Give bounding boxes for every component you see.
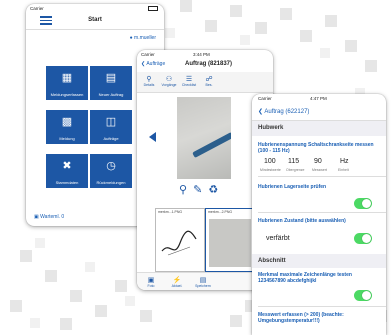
status-bar: Carrier	[26, 4, 164, 13]
checklist-item-label: Hubrienen Lagerseite prüfen	[258, 184, 327, 190]
tile-stammdaten[interactable]: ✖ Stammdaten	[46, 154, 88, 188]
pen-in-photo	[192, 132, 231, 158]
header-divider	[26, 29, 164, 30]
tab-bes[interactable]: ☍ Bes.	[199, 72, 219, 92]
tile-label: Rückmeldungen	[96, 180, 126, 185]
unit-value[interactable]: Hz	[340, 158, 349, 165]
carrier-label: Carrier	[258, 96, 272, 101]
phone-checklist: Carrier 4:47 PM ❮ Auftrag (622127) Hubwe…	[252, 94, 386, 335]
tile-label: Meldungserfassen	[50, 92, 84, 97]
row-divider	[258, 212, 386, 213]
thumbnail-1[interactable]: merkm...1.PNG	[155, 208, 205, 272]
book-icon: ▤	[105, 72, 117, 84]
thumbnail-2[interactable]: merkm...2.PNG	[205, 208, 255, 272]
trash-icon[interactable]: ♻	[208, 184, 218, 196]
tab-details[interactable]: ⚲ Details	[139, 72, 159, 92]
queue-status[interactable]: ▣ Warteml. 0	[34, 214, 64, 220]
lightning-icon: ⚡	[172, 277, 182, 284]
page-title: Start	[88, 17, 102, 23]
tile-meldungserfassen[interactable]: ▦ Meldungserfassen	[46, 66, 88, 100]
row-divider	[258, 176, 386, 177]
row-divider	[258, 306, 386, 307]
zoom-icon[interactable]: ⚲	[179, 184, 187, 196]
section-header: Abschnitt	[252, 254, 386, 268]
book-open-icon: ◫	[105, 116, 117, 128]
clock-icon: ◷	[106, 160, 116, 172]
min-caption: Mindestwerte	[260, 168, 281, 172]
user-icon: ●	[129, 35, 133, 41]
toggle-zustand[interactable]	[354, 233, 372, 244]
list-icon: ☰	[185, 76, 193, 83]
chevron-left-icon: ❮	[141, 61, 146, 67]
edit-icon[interactable]: ✎	[193, 184, 202, 196]
carrier-label: Carrier	[30, 6, 44, 11]
tab-bar: ⚲ Details ⚇ Vorgänge ☰ Checklist ☍ Bes.	[137, 72, 273, 93]
tile-auftraege[interactable]: ◫ Aufträge	[90, 110, 132, 144]
back-label: Auftrag (622127)	[264, 109, 310, 115]
tile-rueckmeldungen[interactable]: ◷ Rückmeldungen	[90, 154, 132, 188]
back-button[interactable]: ❮ Auftrag (622127)	[258, 108, 309, 115]
toggle-lagerseite[interactable]	[354, 198, 372, 209]
toolbar-foto[interactable]: ▣ Foto	[141, 273, 161, 290]
thumbnail-image	[209, 219, 251, 267]
tile-label: Stammdaten	[55, 180, 79, 185]
page-title: Auftrag (821837)	[185, 61, 233, 67]
queue-label: Warteml. 0	[40, 214, 65, 220]
tab-checklist[interactable]: ☰ Checklist	[179, 72, 199, 92]
tools-icon: ✖	[62, 160, 72, 172]
camera-icon: ▣	[147, 277, 155, 284]
max-caption: Obergrenze	[286, 168, 305, 172]
measured-value[interactable]: 90	[314, 158, 322, 165]
status-bar: Carrier 4:47 PM	[252, 94, 386, 103]
battery-icon	[148, 6, 158, 11]
min-value[interactable]: 100	[264, 158, 276, 165]
status-bar: Carrier 3:44 PM	[137, 50, 273, 59]
chevron-left-icon: ❮	[258, 109, 264, 115]
tab-vorgaenge[interactable]: ⚇ Vorgänge	[159, 72, 179, 92]
document-icon: ▩	[61, 116, 73, 128]
toolbar-speichern[interactable]: ▤ Speichern	[193, 273, 213, 290]
prev-arrow-icon[interactable]	[149, 132, 156, 142]
users-icon: ⚇	[165, 76, 173, 83]
sync-icon: ▣	[34, 214, 39, 220]
save-icon: ▤	[199, 277, 207, 284]
tile-neuer-auftrag[interactable]: ▤ Neuer Auftrag	[90, 66, 132, 100]
user-link[interactable]: ● m.mueller	[130, 35, 156, 41]
signature-drawing	[161, 230, 197, 256]
max-value[interactable]: 115	[288, 158, 299, 165]
tile-label: Aufträge	[103, 136, 119, 141]
section-header: Hubwerk	[252, 121, 386, 136]
toggle-merkmal[interactable]	[354, 290, 372, 301]
back-button[interactable]: ❮ Aufträge	[141, 61, 165, 67]
grid-icon: ▦	[61, 72, 73, 84]
time-label: 3:44 PM	[193, 52, 210, 57]
tile-meldung[interactable]: ▩ Meldung	[46, 110, 88, 144]
search-icon: ⚲	[146, 76, 152, 83]
selected-option[interactable]: verfärbt	[266, 235, 290, 242]
checklist-item-label: Messwert erfassen (> 200) (beachte: Umge…	[258, 312, 344, 324]
thumbnail-caption: merkm...2.PNG	[208, 210, 233, 214]
attachment-icon: ☍	[205, 76, 213, 83]
tile-label: Neuer Auftrag	[98, 92, 124, 97]
measured-caption: Messwert	[312, 168, 327, 172]
tile-label: Meldung	[59, 136, 75, 141]
checklist-item-label: Hubrienen Zustand (bitte auswählen)	[258, 218, 346, 224]
checklist-item-label: Hubrienenspannung Schaltschrankseite mes…	[258, 142, 374, 154]
unit-caption: Einheit	[338, 168, 349, 172]
attachment-photo[interactable]	[177, 97, 231, 179]
photo-actions: ⚲ ✎ ♻	[179, 183, 218, 196]
toolbar-aktuel[interactable]: ⚡ Aktuel.	[167, 273, 187, 290]
time-label: 4:47 PM	[310, 96, 327, 101]
thumbnail-caption: merkm...1.PNG	[158, 210, 183, 214]
user-name: m.mueller	[134, 35, 156, 41]
back-label: Aufträge	[146, 61, 166, 67]
carrier-label: Carrier	[141, 52, 155, 57]
checklist-item-label: Merkmal maximale Zeichenlänge testen 123…	[258, 272, 352, 284]
